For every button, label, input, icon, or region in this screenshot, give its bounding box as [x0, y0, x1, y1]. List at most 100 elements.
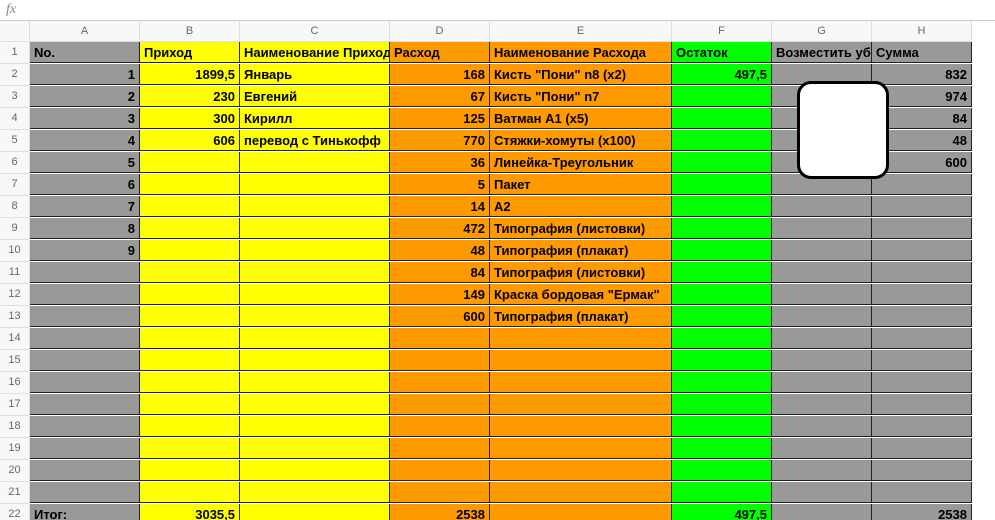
cell-A[interactable]	[30, 460, 140, 481]
cell-E[interactable]	[490, 328, 672, 349]
header-cell-G[interactable]: Возместить убытки	[772, 42, 872, 63]
cell-B[interactable]	[140, 218, 240, 239]
cell-E[interactable]: Пакет	[490, 174, 672, 195]
cell-B[interactable]: 1899,5	[140, 64, 240, 85]
cell-G[interactable]	[772, 372, 872, 393]
footer-F[interactable]: 497,5	[672, 504, 772, 520]
formula-bar[interactable]: fx	[0, 0, 995, 21]
cell-G[interactable]	[772, 460, 872, 481]
cell-A[interactable]	[30, 328, 140, 349]
col-header-B[interactable]: B	[140, 21, 240, 42]
cell-D[interactable]: 472	[390, 218, 490, 239]
cell-F[interactable]	[672, 218, 772, 239]
cell-A[interactable]	[30, 482, 140, 503]
cell-B[interactable]	[140, 394, 240, 415]
row-header[interactable]: 14	[0, 328, 30, 350]
cell-H[interactable]	[872, 372, 972, 393]
cell-F[interactable]	[672, 394, 772, 415]
row-header[interactable]: 13	[0, 306, 30, 328]
cell-D[interactable]: 5	[390, 174, 490, 195]
row-header[interactable]: 17	[0, 394, 30, 416]
col-header-A[interactable]: A	[30, 21, 140, 42]
cell-F[interactable]	[672, 240, 772, 261]
cell-B[interactable]	[140, 262, 240, 283]
cell-A[interactable]: 5	[30, 152, 140, 173]
cell-D[interactable]	[390, 438, 490, 459]
cell-F[interactable]	[672, 328, 772, 349]
cell-B[interactable]: 606	[140, 130, 240, 151]
cell-H[interactable]	[872, 306, 972, 327]
cell-C[interactable]: Кирилл	[240, 108, 390, 129]
cell-E[interactable]: Типография (листовки)	[490, 262, 672, 283]
cell-C[interactable]	[240, 218, 390, 239]
header-cell-H[interactable]: Сумма	[872, 42, 972, 63]
cell-E[interactable]	[490, 482, 672, 503]
row-header[interactable]: 15	[0, 350, 30, 372]
row-header[interactable]: 1	[0, 42, 30, 64]
row-header[interactable]: 11	[0, 262, 30, 284]
cell-C[interactable]	[240, 196, 390, 217]
cell-E[interactable]	[490, 438, 672, 459]
header-cell-E[interactable]: Наименование Расхода	[490, 42, 672, 63]
cell-A[interactable]: 1	[30, 64, 140, 85]
cell-B[interactable]	[140, 328, 240, 349]
cell-C[interactable]	[240, 438, 390, 459]
cell-G[interactable]	[772, 306, 872, 327]
cell-C[interactable]	[240, 284, 390, 305]
cell-B[interactable]	[140, 416, 240, 437]
cell-D[interactable]: 770	[390, 130, 490, 151]
row-header[interactable]: 18	[0, 416, 30, 438]
cell-B[interactable]: 300	[140, 108, 240, 129]
cell-F[interactable]	[672, 108, 772, 129]
row-header[interactable]: 22	[0, 504, 30, 520]
cell-H[interactable]	[872, 284, 972, 305]
cell-D[interactable]	[390, 416, 490, 437]
cell-H[interactable]	[872, 218, 972, 239]
cell-A[interactable]	[30, 438, 140, 459]
cell-F[interactable]	[672, 284, 772, 305]
cell-C[interactable]	[240, 306, 390, 327]
cell-G[interactable]	[772, 218, 872, 239]
cell-F[interactable]	[672, 196, 772, 217]
cell-B[interactable]	[140, 482, 240, 503]
cell-E[interactable]	[490, 460, 672, 481]
cell-H[interactable]	[872, 262, 972, 283]
cell-B[interactable]	[140, 306, 240, 327]
cell-F[interactable]	[672, 306, 772, 327]
cell-E[interactable]: Кисть "Пони" n7	[490, 86, 672, 107]
cell-G[interactable]	[772, 416, 872, 437]
cell-H[interactable]	[872, 196, 972, 217]
cell-C[interactable]	[240, 152, 390, 173]
cell-D[interactable]	[390, 328, 490, 349]
cell-A[interactable]: 8	[30, 218, 140, 239]
cell-H[interactable]	[872, 416, 972, 437]
cell-E[interactable]: Стяжки-хомуты (x100)	[490, 130, 672, 151]
cell-B[interactable]	[140, 152, 240, 173]
cell-E[interactable]	[490, 372, 672, 393]
cell-G[interactable]	[772, 262, 872, 283]
cell-A[interactable]	[30, 350, 140, 371]
cell-D[interactable]: 600	[390, 306, 490, 327]
cell-G[interactable]	[772, 196, 872, 217]
cell-H[interactable]: 832	[872, 64, 972, 85]
footer-H[interactable]: 2538	[872, 504, 972, 520]
cell-B[interactable]	[140, 438, 240, 459]
col-header-C[interactable]: C	[240, 21, 390, 42]
footer-D[interactable]: 2538	[390, 504, 490, 520]
header-cell-C[interactable]: Наименование Прихода	[240, 42, 390, 63]
cell-F[interactable]	[672, 174, 772, 195]
row-header[interactable]: 10	[0, 240, 30, 262]
cell-D[interactable]: 125	[390, 108, 490, 129]
cell-E[interactable]: Краска бордовая "Ермак"	[490, 284, 672, 305]
header-cell-F[interactable]: Остаток	[672, 42, 772, 63]
cell-C[interactable]	[240, 350, 390, 371]
row-header[interactable]: 6	[0, 152, 30, 174]
row-header[interactable]: 12	[0, 284, 30, 306]
cell-C[interactable]	[240, 240, 390, 261]
cell-E[interactable]: А2	[490, 196, 672, 217]
row-header[interactable]: 4	[0, 108, 30, 130]
cell-H[interactable]	[872, 482, 972, 503]
row-header[interactable]: 20	[0, 460, 30, 482]
cell-H[interactable]	[872, 240, 972, 261]
cell-H[interactable]	[872, 350, 972, 371]
